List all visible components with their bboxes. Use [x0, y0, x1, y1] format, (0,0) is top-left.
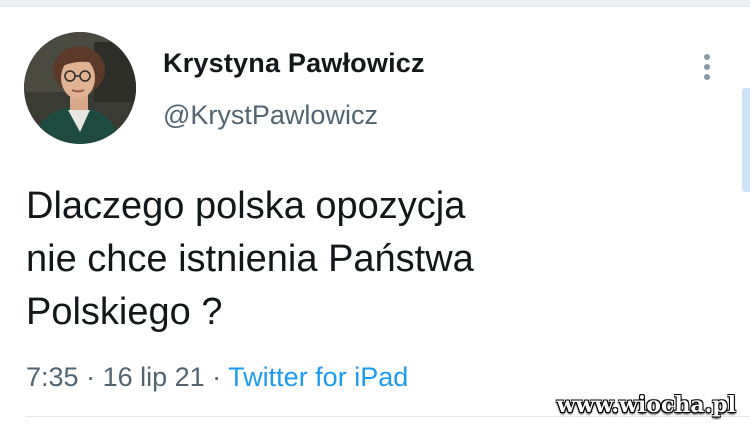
meta-separator: ·: [204, 362, 229, 392]
tweet-text: Dlaczego polska opozycja nie chce istnie…: [26, 180, 626, 339]
dot: [704, 74, 710, 80]
avatar-image: [24, 32, 136, 144]
tweet-card: Krystyna Pawłowicz @KrystPawlowicz Dlacz…: [0, 0, 750, 429]
tweet-time[interactable]: 7:35: [26, 362, 79, 392]
tweet-meta: 7:35 · 16 lip 21 · Twitter for iPad: [26, 362, 408, 393]
dot: [704, 54, 710, 60]
author-name[interactable]: Krystyna Pawłowicz: [163, 48, 425, 79]
author-handle[interactable]: @KrystPawlowicz: [163, 100, 378, 131]
tweet-date[interactable]: 16 lip 21: [103, 362, 205, 392]
tweet-text-line: Polskiego ?: [26, 291, 223, 333]
watermark: www.wiocha.pl: [556, 392, 736, 418]
meta-separator: ·: [78, 362, 103, 392]
dot: [704, 64, 710, 70]
tweet-source-link[interactable]: Twitter for iPad: [228, 362, 408, 392]
tweet-text-line: Dlaczego polska opozycja: [26, 185, 466, 227]
tweet-text-line: nie chce istnienia Państwa: [26, 238, 474, 280]
vertical-ellipsis-icon[interactable]: [698, 52, 718, 82]
top-divider: [0, 0, 750, 7]
avatar[interactable]: [24, 32, 136, 144]
scrollbar[interactable]: [742, 88, 750, 192]
